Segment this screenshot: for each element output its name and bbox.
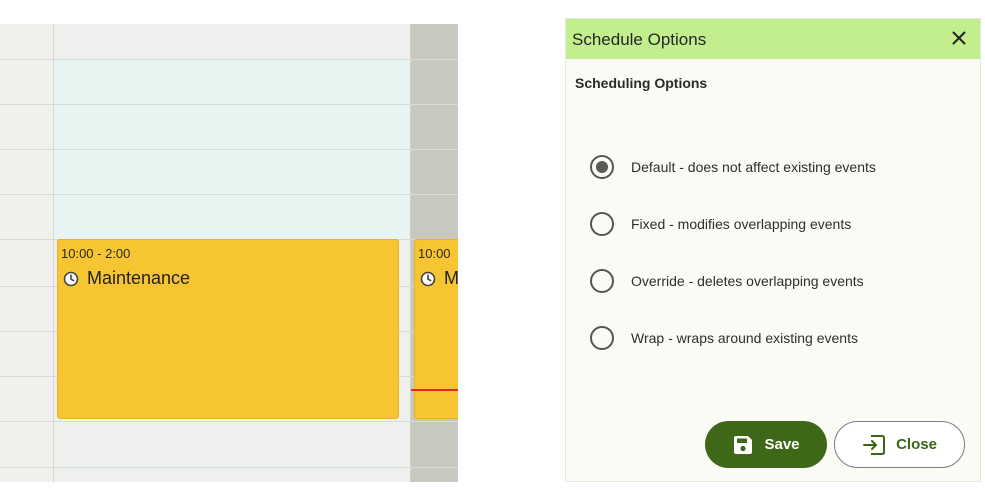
hour-line — [0, 194, 458, 195]
hour-line — [0, 467, 458, 468]
option-override[interactable]: Override - deletes overlapping events — [590, 267, 864, 295]
save-button[interactable]: Save — [705, 421, 827, 468]
calendar-view: 10:00 - 2:00 Maintenance 10:00 M — [0, 24, 458, 482]
hour-line — [0, 149, 458, 150]
save-icon — [734, 435, 753, 454]
save-button-label: Save — [764, 436, 800, 453]
radio-override[interactable] — [590, 269, 614, 293]
close-icon — [952, 31, 966, 45]
hour-line — [0, 59, 458, 60]
event-title-row: Maintenance — [63, 268, 190, 289]
option-fixed[interactable]: Fixed - modifies overlapping events — [590, 210, 851, 238]
current-time-indicator — [411, 389, 458, 391]
dialog-close-button[interactable] — [948, 27, 970, 49]
radio-fixed[interactable] — [590, 212, 614, 236]
close-button[interactable]: Close — [834, 421, 965, 468]
clock-icon — [63, 271, 79, 286]
event-time: 10:00 — [418, 246, 451, 261]
event-maintenance-next-day[interactable]: 10:00 M — [414, 239, 458, 419]
hour-line — [0, 421, 458, 422]
radio-default[interactable] — [590, 155, 614, 179]
column-divider — [410, 24, 411, 482]
option-label: Default - does not affect existing event… — [631, 159, 876, 175]
event-maintenance[interactable]: 10:00 - 2:00 Maintenance — [57, 239, 399, 419]
dialog-title: Schedule Options — [572, 30, 707, 49]
option-label: Wrap - wraps around existing events — [631, 330, 858, 346]
radio-wrap[interactable] — [590, 326, 614, 350]
dialog-header: Schedule Options — [566, 19, 980, 59]
option-label: Fixed - modifies overlapping events — [631, 216, 852, 232]
section-title: Scheduling Options — [575, 75, 708, 91]
option-label: Override - deletes overlapping events — [631, 273, 864, 289]
time-gutter — [0, 24, 54, 482]
schedule-options-dialog: Schedule Options Scheduling Options Defa… — [565, 18, 981, 482]
hour-line — [0, 104, 458, 105]
event-title: M — [444, 268, 458, 288]
event-time: 10:00 - 2:00 — [61, 246, 131, 261]
exit-icon — [863, 434, 886, 455]
clock-icon — [420, 271, 436, 286]
option-default[interactable]: Default - does not affect existing event… — [590, 153, 876, 181]
close-button-label: Close — [896, 436, 937, 453]
event-title: Maintenance — [87, 268, 191, 288]
event-title-row: M — [420, 268, 458, 289]
option-wrap[interactable]: Wrap - wraps around existing events — [590, 324, 858, 352]
